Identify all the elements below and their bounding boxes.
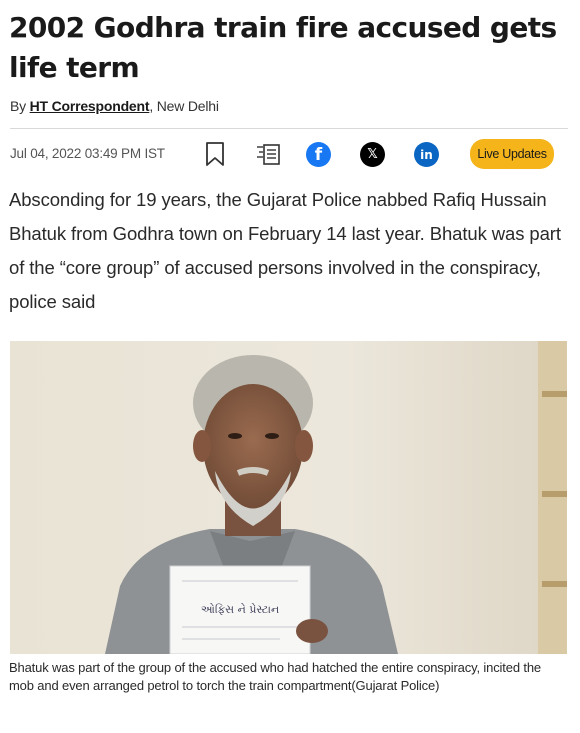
x-icon[interactable]: 𝕏: [360, 142, 385, 167]
photo-caption: Bhatuk was part of the group of the accu…: [9, 660, 542, 693]
placard-text: ઓફિસ ને પ્રેસ્ટાન: [201, 603, 279, 616]
headline: 2002 Godhra train fire accused gets life…: [9, 11, 557, 84]
article-summary: Absconding for 19 years, the Gujarat Pol…: [9, 189, 561, 312]
author-link[interactable]: HT Correspondent: [30, 98, 150, 114]
byline: By HT Correspondent, New Delhi: [10, 98, 219, 114]
linkedin-icon[interactable]: in: [414, 142, 439, 167]
facebook-icon[interactable]: f: [306, 142, 331, 167]
article-meta-toolbar: Jul 04, 2022 03:49 PM IST f 𝕏 in Live Up…: [0, 136, 580, 174]
article-photo: ઓફિસ ને પ્રેસ્ટાન: [10, 341, 567, 654]
article: 2002 Godhra train fire accused gets life…: [0, 0, 580, 733]
byline-location: , New Delhi: [149, 98, 219, 114]
share-doc-icon[interactable]: [254, 140, 284, 168]
dateline: Jul 04, 2022 03:49 PM IST: [10, 146, 165, 161]
bookmark-icon[interactable]: [204, 140, 226, 168]
divider: [10, 128, 568, 129]
byline-prefix: By: [10, 98, 30, 114]
live-updates-button[interactable]: Live Updates: [470, 139, 554, 169]
